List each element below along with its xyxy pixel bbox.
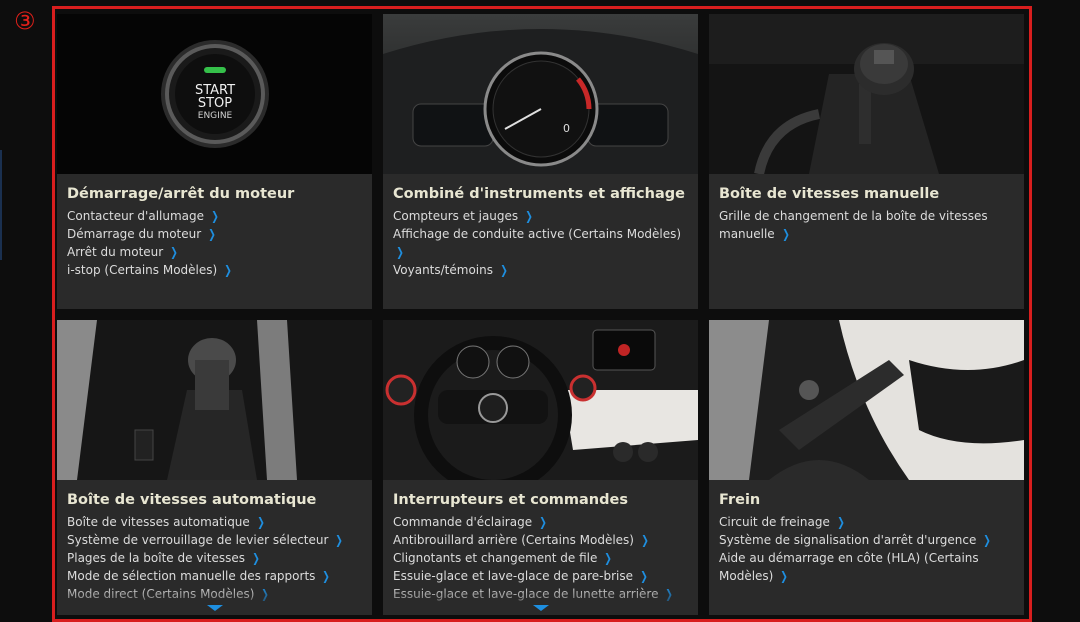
link-list: Contacteur d'allumage ❯ Démarrage du mote… [67,207,364,279]
link-emergency-stop-signal[interactable]: Système de signalisation d'arrêt d'urgen… [719,531,1016,549]
engine-label: ENGINE [198,111,233,121]
card-title: Combiné d'instruments et affichage [393,186,685,202]
chevron-right-icon: ❯ [983,533,992,547]
chevron-right-icon: ❯ [208,227,216,241]
chevron-down-icon[interactable] [206,605,223,611]
chevron-right-icon: ❯ [641,533,649,547]
link-active-driving-display[interactable]: Affichage de conduite active (Certains M… [393,225,690,261]
chevron-right-icon: ❯ [781,227,790,241]
automatic-shifter-image [57,320,372,480]
chevron-right-icon: ❯ [224,263,232,277]
dashboard-steering-image [383,320,698,480]
chevron-right-icon: ❯ [322,569,331,583]
svg-text:0: 0 [563,122,570,135]
link-list: Compteurs et jauges ❯ Affichage de condui… [393,207,690,279]
link-engine-stop[interactable]: Arrêt du moteur ❯ [67,243,364,261]
chevron-right-icon: ❯ [837,515,845,529]
link-list: Grille de changement de la boîte de vite… [719,207,1016,243]
link-list: Boîte de vitesses automatique ❯ Système d… [67,513,364,603]
chevron-right-icon: ❯ [252,551,260,565]
link-engine-start[interactable]: Démarrage du moteur ❯ [67,225,364,243]
card-manual-transmission: Boîte de vitesses manuelle Grille de cha… [709,14,1024,309]
card-automatic-transmission: Boîte de vitesses automatique Boîte de v… [57,320,372,615]
link-turn-signals[interactable]: Clignotants et changement de file ❯ [393,549,690,567]
chevron-right-icon: ❯ [539,515,547,529]
card-instrument-cluster: 0 Combiné d'instruments et affichage Com… [383,14,698,309]
link-brake-system[interactable]: Circuit de freinage ❯ [719,513,1016,531]
chevron-right-icon: ❯ [604,551,613,565]
chevron-right-icon: ❯ [500,263,508,277]
chevron-right-icon: ❯ [261,587,270,601]
parking-brake-image [709,320,1024,480]
card-brake: Frein Circuit de freinage ❯ Système de si… [709,320,1024,615]
link-gear-ranges[interactable]: Plages de la boîte de vitesses ❯ [67,549,364,567]
card-title: Interrupteurs et commandes [393,492,628,508]
link-list: Circuit de freinage ❯ Système de signalis… [719,513,1016,585]
card-engine-start-stop: START STOP ENGINE Démarrage/arrêt du mot… [57,14,372,309]
section-marker: ③ [14,7,36,35]
link-shift-lock[interactable]: Système de verrouillage de levier sélect… [67,531,364,549]
link-manual-shift-mode[interactable]: Mode de sélection manuelle des rapports ❯ [67,567,364,585]
link-lighting-control[interactable]: Commande d'éclairage ❯ [393,513,690,531]
link-hill-launch-assist[interactable]: Aide au démarrage en côte (HLA) (Certain… [719,549,1016,585]
start-stop-button-image: START STOP ENGINE [57,14,372,174]
link-gauges[interactable]: Compteurs et jauges ❯ [393,207,690,225]
link-i-stop[interactable]: i-stop (Certains Modèles) ❯ [67,261,364,279]
card-title: Boîte de vitesses manuelle [719,186,940,202]
left-edge-accent [0,150,2,260]
link-shift-pattern[interactable]: Grille de changement de la boîte de vite… [719,207,1016,243]
chevron-right-icon: ❯ [257,515,265,529]
chevron-right-icon: ❯ [211,209,219,223]
chevron-right-icon: ❯ [396,245,404,259]
chevron-down-icon[interactable] [532,605,549,611]
chevron-right-icon: ❯ [780,569,789,583]
card-title: Démarrage/arrêt du moteur [67,186,295,202]
link-list: Commande d'éclairage ❯ Antibrouillard arr… [393,513,690,603]
card-title: Frein [719,492,761,508]
card-switches-controls: Interrupteurs et commandes Commande d'éc… [383,320,698,615]
card-title: Boîte de vitesses automatique [67,492,317,508]
manual-shifter-image [709,14,1024,174]
link-ignition-switch[interactable]: Contacteur d'allumage ❯ [67,207,364,225]
chevron-right-icon: ❯ [525,209,533,223]
link-rear-window-wipers[interactable]: Essuie-glace et lave-glace de lunette ar… [393,585,690,603]
link-rear-fog-light[interactable]: Antibrouillard arrière (Certains Modèles… [393,531,690,549]
link-warning-lights[interactable]: Voyants/témoins ❯ [393,261,690,279]
link-direct-mode[interactable]: Mode direct (Certains Modèles) ❯ [67,585,364,603]
chevron-right-icon: ❯ [335,533,344,547]
link-windshield-wipers[interactable]: Essuie-glace et lave-glace de pare-brise… [393,567,690,585]
instrument-cluster-image: 0 [383,14,698,174]
chevron-right-icon: ❯ [640,569,648,583]
link-automatic-transmission[interactable]: Boîte de vitesses automatique ❯ [67,513,364,531]
chevron-right-icon: ❯ [170,245,179,259]
chevron-right-icon: ❯ [665,587,674,601]
stop-label: STOP [198,96,232,111]
